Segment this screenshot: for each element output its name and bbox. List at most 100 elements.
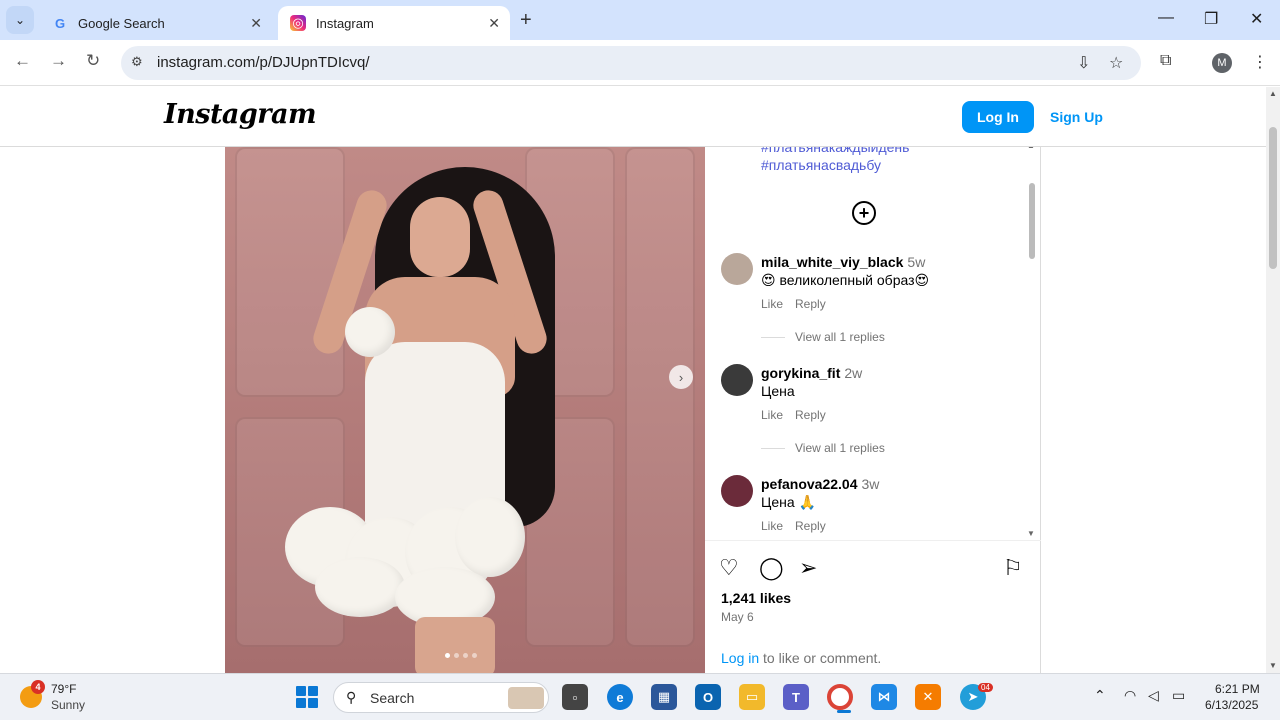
signup-link[interactable]: Sign Up xyxy=(1050,109,1103,125)
post-actions: ♡ ◯ ➢ ⚐ xyxy=(719,555,1029,583)
view-replies-button[interactable]: View all 1 replies xyxy=(761,441,885,455)
scroll-down-arrow-icon[interactable]: ▼ xyxy=(1269,661,1277,670)
volume-icon[interactable]: ◁ xyxy=(1148,687,1159,704)
login-prompt: Log in to like or comment. xyxy=(721,650,882,666)
post-photo[interactable]: › xyxy=(225,147,705,673)
close-window-button[interactable]: ✕ xyxy=(1250,9,1263,29)
forward-button[interactable]: → xyxy=(50,51,67,71)
reply-button[interactable]: Reply xyxy=(795,519,826,533)
tab-google-search[interactable]: G Google Search ✕ xyxy=(40,6,272,40)
search-icon: ⚲ xyxy=(346,689,357,705)
vscode-icon[interactable]: ⋈ xyxy=(871,684,897,710)
tab-title: Instagram xyxy=(316,15,374,31)
wifi-icon[interactable]: ◠ xyxy=(1124,687,1136,704)
back-button[interactable]: ← xyxy=(14,51,31,71)
reload-button[interactable]: ↻ xyxy=(86,51,100,71)
wall-panel xyxy=(235,147,345,397)
extensions-icon[interactable]: ⧉ xyxy=(1160,52,1171,70)
comment-icon[interactable]: ◯ xyxy=(759,555,784,581)
edge-icon[interactable]: e xyxy=(607,684,633,710)
view-replies-button[interactable]: View all 1 replies xyxy=(761,330,885,344)
hashtag-link[interactable]: #платьянакаждыйдень xyxy=(761,147,909,155)
comment-username[interactable]: pefanova22.04 3w xyxy=(761,476,879,492)
install-app-icon[interactable]: ⇩ xyxy=(1077,53,1090,73)
show-hidden-icons[interactable]: ⌃ xyxy=(1094,687,1106,704)
likes-count[interactable]: 1,241 likes xyxy=(721,590,791,606)
minimize-button[interactable]: — xyxy=(1158,9,1174,27)
windows-taskbar: 4 79°F Sunny ⚲ Search ▫ e ▦ O ▭ T ⋈ ✕ ➤ … xyxy=(0,673,1280,720)
instagram-logo[interactable]: Instagram xyxy=(164,99,317,130)
weather-temperature[interactable]: 79°F xyxy=(51,682,76,696)
comment-actions: Like Reply xyxy=(761,408,838,422)
battery-icon[interactable]: ▭ xyxy=(1172,687,1185,704)
store-icon[interactable]: ▦ xyxy=(651,684,677,710)
carousel-next-button[interactable]: › xyxy=(669,365,693,389)
clock-time[interactable]: 6:21 PM xyxy=(1215,682,1260,696)
load-more-comments-icon[interactable]: + xyxy=(852,201,876,225)
close-tab-icon[interactable]: ✕ xyxy=(488,15,500,32)
new-tab-button[interactable]: + xyxy=(520,9,532,32)
chrome-icon[interactable] xyxy=(827,684,853,713)
comments-list[interactable]: #платьянакаждыйдень #платьянасвадьбу + m… xyxy=(705,147,1041,541)
search-highlight-image xyxy=(508,687,544,709)
carousel-dot xyxy=(445,653,450,658)
web-page: Instagram Log In Sign Up › #платьянакажд… xyxy=(0,87,1266,673)
scroll-up-arrow-icon[interactable]: ▲ xyxy=(1269,89,1277,98)
carousel-dots xyxy=(445,653,477,658)
avatar[interactable] xyxy=(721,253,753,285)
tab-search-menu-button[interactable]: ⌄ xyxy=(6,6,34,34)
url-text[interactable]: instagram.com/p/DJUpnTDIcvq/ xyxy=(157,54,370,71)
xampp-icon[interactable]: ✕ xyxy=(915,684,941,710)
start-button[interactable] xyxy=(296,686,318,708)
task-view-icon[interactable]: ▫ xyxy=(562,684,588,710)
teams-icon[interactable]: T xyxy=(783,684,809,710)
dress-ruffle xyxy=(455,497,525,577)
file-explorer-icon[interactable]: ▭ xyxy=(739,684,765,710)
carousel-dot xyxy=(472,653,477,658)
hashtag-link[interactable]: #платьянасвадьбу xyxy=(761,157,881,173)
telegram-badge: 04 xyxy=(978,683,993,692)
scroll-up-arrow-icon[interactable]: ▲ xyxy=(1027,147,1035,150)
address-bar[interactable]: ⚙ instagram.com/p/DJUpnTDIcvq/ ⇩ ☆ xyxy=(121,46,1141,80)
avatar[interactable] xyxy=(721,364,753,396)
share-icon[interactable]: ➢ xyxy=(799,555,817,581)
login-button[interactable]: Log In xyxy=(962,101,1034,133)
comments-scrollbar[interactable]: ▲ ▼ xyxy=(1027,147,1037,540)
dress-ruffle xyxy=(345,307,395,357)
profile-avatar[interactable]: M xyxy=(1212,53,1232,73)
bookmark-icon[interactable]: ⚐ xyxy=(1003,555,1023,581)
scroll-down-arrow-icon[interactable]: ▼ xyxy=(1027,529,1035,538)
reply-button[interactable]: Reply xyxy=(795,408,826,422)
carousel-dot xyxy=(463,653,468,658)
outlook-icon[interactable]: O xyxy=(695,684,721,710)
person-face xyxy=(410,197,470,277)
bookmark-star-icon[interactable]: ☆ xyxy=(1109,53,1123,73)
browser-tabstrip: ⌄ G Google Search ✕ ◎ Instagram ✕ + — ❐ … xyxy=(0,0,1280,40)
site-info-icon[interactable]: ⚙ xyxy=(131,54,143,70)
tab-instagram[interactable]: ◎ Instagram ✕ xyxy=(278,6,510,40)
comment-username[interactable]: gorykina_fit 2w xyxy=(761,365,862,381)
browser-toolbar: ← → ↻ ⚙ instagram.com/p/DJUpnTDIcvq/ ⇩ ☆… xyxy=(0,40,1280,86)
restore-button[interactable]: ❐ xyxy=(1204,9,1218,29)
weather-badge: 4 xyxy=(31,680,45,694)
avatar[interactable] xyxy=(721,475,753,507)
post-date: May 6 xyxy=(721,610,754,624)
carousel-dot xyxy=(454,653,459,658)
clock-date[interactable]: 6/13/2025 xyxy=(1205,698,1258,712)
close-tab-icon[interactable]: ✕ xyxy=(250,15,262,32)
person-legs xyxy=(415,617,495,673)
scrollbar-thumb[interactable] xyxy=(1269,127,1277,269)
scrollbar-thumb[interactable] xyxy=(1029,183,1035,259)
menu-icon[interactable]: ⋮ xyxy=(1252,52,1268,72)
heart-icon[interactable]: ♡ xyxy=(719,555,739,581)
page-scrollbar[interactable]: ▲ ▼ xyxy=(1266,87,1280,673)
comment-username[interactable]: mila_white_viy_black 5w xyxy=(761,254,925,270)
like-comment-button[interactable]: Like xyxy=(761,297,783,311)
weather-description[interactable]: Sunny xyxy=(51,698,85,712)
reply-button[interactable]: Reply xyxy=(795,297,826,311)
like-comment-button[interactable]: Like xyxy=(761,408,783,422)
like-comment-button[interactable]: Like xyxy=(761,519,783,533)
login-link[interactable]: Log in xyxy=(721,650,759,666)
instagram-header: Instagram Log In Sign Up xyxy=(0,87,1266,147)
taskbar-search[interactable]: ⚲ Search xyxy=(333,682,549,713)
